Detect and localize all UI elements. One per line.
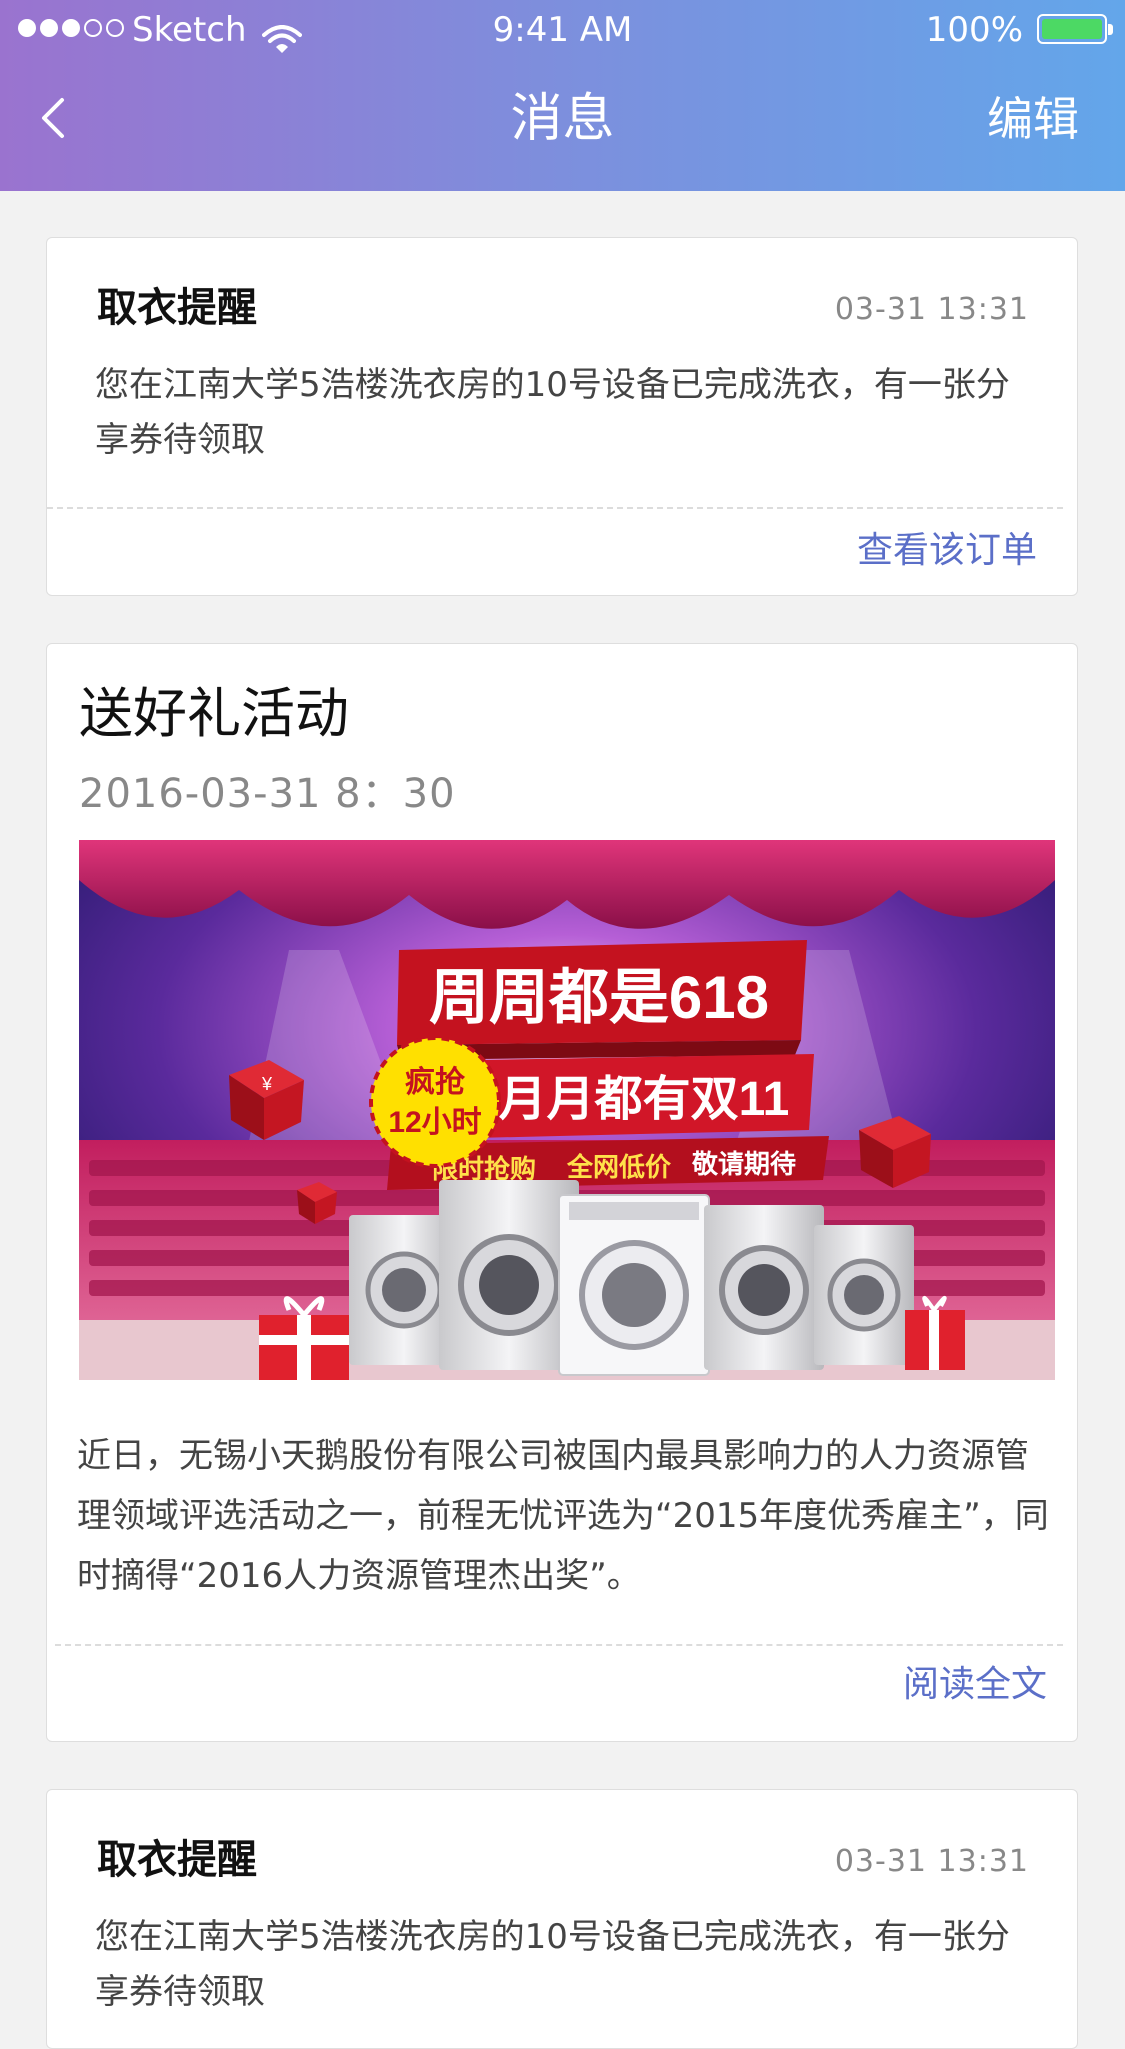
banner-strip-3: 敬请期待 bbox=[691, 1149, 796, 1179]
activity-date: 2016-03-31 8：30 bbox=[79, 771, 456, 817]
dashed-divider bbox=[47, 507, 1063, 509]
notice-time: 03-31 13:31 bbox=[834, 1844, 1029, 1879]
activity-body: 近日，无锡小天鹅股份有限公司被国内最具影响力的人力资源管理领域评选活动之一，前程… bbox=[77, 1436, 1049, 1596]
battery-icon bbox=[1037, 14, 1113, 44]
notice-time: 03-31 13:31 bbox=[834, 292, 1029, 327]
read-more-link[interactable]: 阅读全文 bbox=[903, 1660, 1047, 1710]
battery-percentage: 100% bbox=[925, 10, 1023, 50]
notice-title: 取衣提醒 bbox=[97, 285, 257, 331]
banner-headline: 周周都是618 bbox=[429, 964, 769, 1031]
banner-subline: 月月都有双11 bbox=[499, 1073, 790, 1126]
page-title: 消息 bbox=[510, 89, 615, 149]
activity-card: 送好礼活动 2016-03-31 8：30 周周都是618 月月都有双11 限时… bbox=[46, 643, 1078, 1742]
notice-body: 您在江南大学5浩楼洗衣房的10号设备已完成洗衣，有一张分享券待领取 bbox=[95, 365, 1010, 460]
notice-title: 取衣提醒 bbox=[97, 1837, 257, 1883]
banner-badge-line2: 12小时 bbox=[388, 1106, 481, 1139]
notice-card: 取衣提醒 03-31 13:31 您在江南大学5浩楼洗衣房的10号设备已完成洗衣… bbox=[46, 1789, 1078, 2049]
banner-badge-line1: 疯抢 bbox=[405, 1065, 466, 1099]
status-bar: Sketch 9:41 AM 100% bbox=[0, 0, 1125, 60]
banner-strip-2: 全网低价 bbox=[566, 1152, 672, 1182]
svg-text:¥: ¥ bbox=[261, 1074, 273, 1094]
notice-body: 您在江南大学5浩楼洗衣房的10号设备已完成洗衣，有一张分享券待领取 bbox=[95, 1917, 1010, 2012]
promo-banner-image[interactable]: 周周都是618 月月都有双11 限时抢购 全网低价 敬请期待 疯抢 12小时 ¥ bbox=[79, 840, 1055, 1380]
activity-title: 送好礼活动 bbox=[79, 682, 349, 745]
nav-header: Sketch 9:41 AM 100% 消息 编辑 bbox=[0, 0, 1125, 191]
dashed-divider bbox=[55, 1644, 1063, 1646]
edit-button[interactable]: 编辑 bbox=[987, 84, 1079, 154]
notice-card: 取衣提醒 03-31 13:31 您在江南大学5浩楼洗衣房的10号设备已完成洗衣… bbox=[46, 237, 1078, 596]
view-order-link[interactable]: 查看该订单 bbox=[857, 526, 1037, 576]
